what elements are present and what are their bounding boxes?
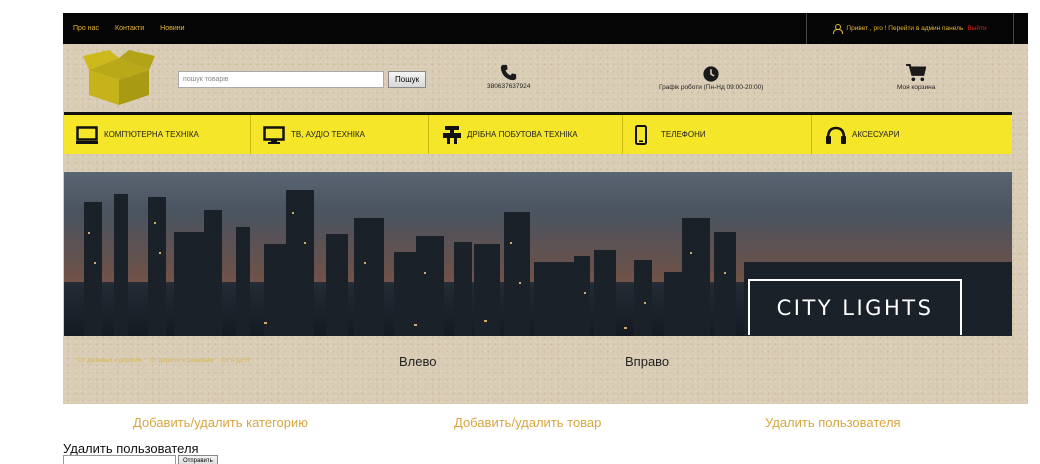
nav-link-contacts[interactable]: Контакти [115,25,144,32]
sort-cheap-to-expensive[interactable]: От дешевых к дорогим [78,358,142,364]
category-phones[interactable]: ТЕЛЕФОНИ [623,115,812,154]
category-computers[interactable]: КОМП'ЮТЕРНА ТЕХНІКА [64,115,251,154]
category-menu: КОМП'ЮТЕРНА ТЕХНІКА ТВ, АУДІО ТЕХНІКА ДР… [64,112,1012,154]
cart-icon [906,64,927,82]
admin-link-products[interactable]: Добавить/удалить товар [454,415,601,430]
schedule-text: Графік роботи (Пн-Нд 09:00-20:00) [659,84,764,91]
search-input[interactable] [178,71,384,88]
category-label: АКСЕСУАРИ [852,130,900,139]
category-accessories[interactable]: АКСЕСУАРИ [812,115,1012,154]
admin-link-delete-user[interactable]: Удалить пользователя [765,415,901,430]
phone-info: 380637637924 [487,64,530,90]
logout-link[interactable]: Выйти [967,25,986,32]
category-label: КОМП'ЮТЕРНА ТЕХНІКА [104,130,199,139]
logo-box-icon[interactable] [83,50,155,106]
sort-options: От дешевых к дорогим От дорогих к дешевы… [78,358,249,364]
sort-alphabetical[interactable]: От А до Я [221,358,249,364]
admin-panel-link[interactable]: Привет , pro ! Перейти в админ панель [846,25,963,32]
top-navigation-bar: Про нас Контакти Новини Привет , pro ! П… [63,13,1028,44]
admin-link-categories[interactable]: Добавить/удалить категорию [133,415,308,430]
search-button[interactable]: Пошук [388,71,427,88]
cart-link[interactable]: Моя корзина [897,64,935,91]
category-small-appliances[interactable]: ДРІБНА ПОБУТОВА ТЕХНІКА [429,115,623,154]
phone-number: 380637637924 [487,83,531,90]
monitor-icon [76,125,98,144]
appliance-icon [443,125,461,144]
nav-link-news[interactable]: Новини [160,25,184,32]
username-input[interactable] [63,455,176,464]
delete-user-heading: Удалить пользователя [63,441,199,456]
headphones-icon [826,126,846,144]
category-label: ДРІБНА ПОБУТОВА ТЕХНІКА [467,130,578,139]
submit-button[interactable]: Отправить [178,455,218,464]
banner-caption-frame: CITY LIGHTS [748,279,962,335]
slider-next-button[interactable]: Вправо [625,354,669,369]
tv-icon [263,125,285,144]
phone-device-icon [635,124,647,145]
header-section: Пошук 380637637924 Графік роботи (Пн-Нд … [63,44,1028,404]
banner-caption: CITY LIGHTS [776,296,934,320]
admin-links: Добавить/удалить категорию Добавить/удал… [0,415,1040,435]
search-form: Пошук [178,71,427,88]
sort-expensive-to-cheap[interactable]: От дорогих к дешевым [150,358,214,364]
category-tv-audio[interactable]: ТВ, АУДІО ТЕХНІКА [251,115,429,154]
phone-icon [501,64,517,81]
schedule-info: Графік роботи (Пн-Нд 09:00-20:00) [659,66,763,91]
delete-user-form: Отправить [63,455,218,464]
user-icon [833,24,844,34]
slider-prev-button[interactable]: Влево [399,354,436,369]
category-label: ТВ, АУДІО ТЕХНІКА [291,130,366,139]
promo-banner: CITY LIGHTS [64,172,1012,336]
nav-link-about[interactable]: Про нас [73,25,99,32]
cart-label: Моя корзина [897,84,936,91]
top-nav: Про нас Контакти Новини [73,13,185,44]
user-panel: Привет , pro ! Перейти в админ панель Вы… [806,13,1014,44]
category-label: ТЕЛЕФОНИ [661,130,706,139]
clock-icon [703,66,719,82]
